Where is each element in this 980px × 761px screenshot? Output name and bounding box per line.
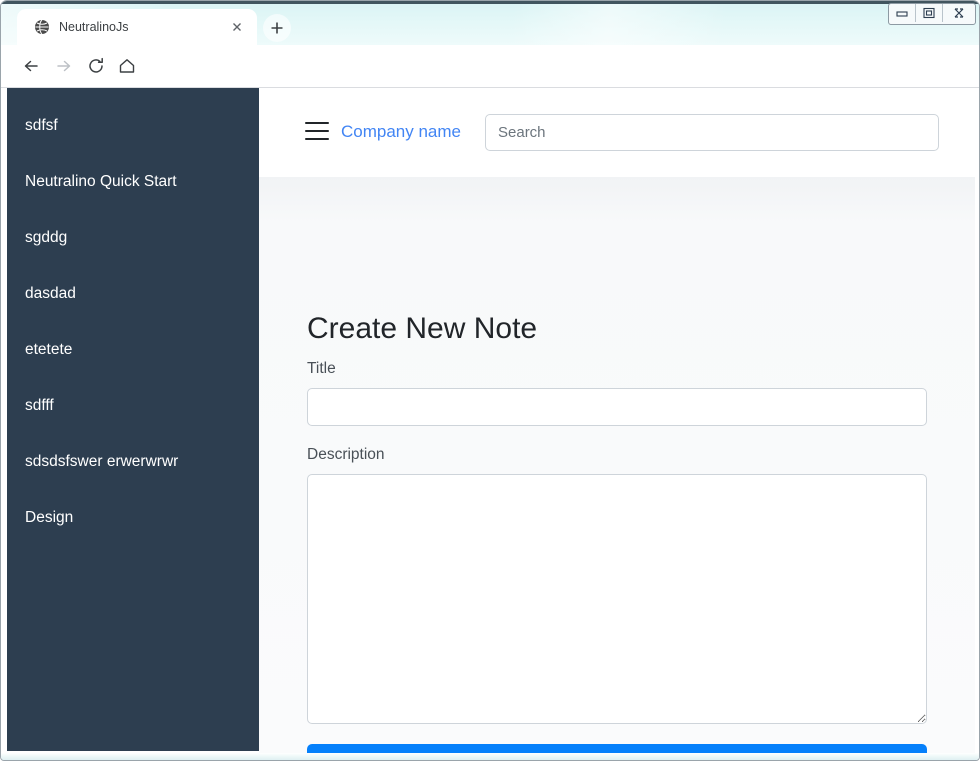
sidebar-item-label: sdfsf [25, 117, 58, 134]
browser-window: NeutralinoJs sdfsf Neutralino Quick Star… [0, 0, 980, 761]
sidebar-item-label: Design [25, 509, 74, 526]
hamburger-menu-icon[interactable] [305, 122, 329, 140]
sidebar-item-label: sdfff [25, 397, 54, 414]
sidebar-item-label: dasdad [25, 285, 76, 302]
main-content: Create New Note Title Description Create… [259, 177, 975, 755]
sidebar-item-label: etetete [25, 341, 73, 358]
tab-strip: NeutralinoJs [1, 1, 979, 45]
sidebar-item-label: sgddg [25, 229, 68, 246]
sidebar-item-sdfsf[interactable]: sdfsf [7, 98, 259, 154]
app-sidebar: sdfsf Neutralino Quick Start sgddg dasda… [7, 88, 259, 751]
sidebar-item-sdsdsfswer-erwerwrwr[interactable]: sdsdsfswer erwerwrwr [7, 434, 259, 490]
browser-toolbar: localhost:3002/neutralinojs-app Paused [1, 45, 979, 125]
page-title: Create New Note [307, 312, 538, 345]
restore-icon[interactable] [916, 4, 943, 22]
reload-icon[interactable] [85, 55, 107, 77]
sidebar-item-sdfff[interactable]: sdfff [7, 378, 259, 434]
sidebar-item-neutralino-quick-start[interactable]: Neutralino Quick Start [7, 154, 259, 210]
description-textarea[interactable] [307, 474, 927, 724]
window-controls [888, 3, 976, 25]
title-field-label: Title [307, 360, 336, 377]
brand-link[interactable]: Company name [341, 121, 461, 143]
sidebar-item-label: sdsdsfswer erwerwrwr [25, 453, 179, 470]
arrow-left-icon[interactable] [20, 55, 42, 77]
app-header: Company name [259, 88, 975, 177]
close-window-icon[interactable] [943, 4, 975, 22]
search-input[interactable] [485, 114, 939, 151]
close-icon[interactable] [229, 19, 245, 35]
new-tab-button[interactable] [263, 14, 291, 42]
title-input[interactable] [307, 388, 927, 426]
sidebar-item-label: Neutralino Quick Start [25, 173, 177, 190]
sidebar-item-etetete[interactable]: etetete [7, 322, 259, 378]
minimize-icon[interactable] [889, 4, 916, 22]
window-bottom-edge [1, 753, 979, 760]
sidebar-item-design[interactable]: Design [7, 490, 259, 546]
globe-icon [34, 19, 50, 35]
sidebar-item-sgddg[interactable]: sgddg [7, 210, 259, 266]
home-icon[interactable] [116, 55, 138, 77]
sidebar-item-dasdad[interactable]: dasdad [7, 266, 259, 322]
browser-tab[interactable]: NeutralinoJs [17, 9, 257, 45]
page-viewport: sdfsf Neutralino Quick Start sgddg dasda… [7, 88, 975, 755]
tab-title: NeutralinoJs [59, 20, 129, 34]
description-field-label: Description [307, 446, 385, 463]
arrow-right-icon [53, 55, 75, 77]
